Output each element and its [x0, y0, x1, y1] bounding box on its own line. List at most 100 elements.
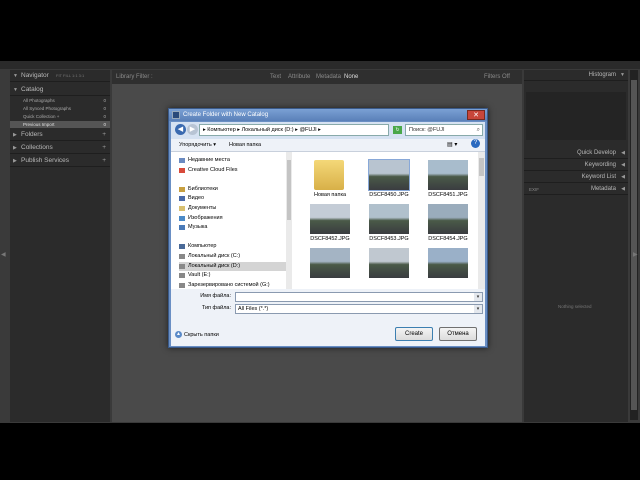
keywording-header[interactable]: Keywording ◀: [524, 160, 628, 171]
photo-item[interactable]: DSCF8452.JPG: [304, 204, 354, 246]
right-panel-toggle-icon[interactable]: ▶: [633, 251, 638, 258]
photo-item[interactable]: DSCF8453.JPG: [363, 204, 413, 246]
catalog-item-quick-collection[interactable]: Quick Collection + 0: [10, 113, 110, 120]
folder-icon: [314, 160, 344, 190]
add-icon[interactable]: +: [102, 142, 106, 154]
tree-item[interactable]: Локальный диск (C:): [179, 252, 286, 261]
keyword-list-label: Keyword List: [581, 174, 616, 180]
photo-thumbnail: [428, 160, 468, 190]
dialog-footer: Имя файла: ▾ Тип файла: All Files (*.*) …: [171, 289, 485, 346]
tree-item[interactable]: Vault (E:): [179, 271, 286, 280]
search-input[interactable]: Поиск: @FUJI ⌕: [405, 124, 483, 136]
photo-item[interactable]: [363, 248, 413, 290]
filetype-label: Тип файла:: [201, 305, 231, 311]
tree-item[interactable]: Компьютер: [179, 242, 286, 251]
add-icon[interactable]: +: [102, 129, 106, 141]
catalog-item-previous-import[interactable]: Previous Import 0: [10, 121, 110, 128]
close-button[interactable]: ✕: [467, 110, 485, 120]
catalog-item-label: Quick Collection +: [23, 114, 60, 119]
file-name-label: Новая папка: [313, 192, 347, 198]
catalog-item-count: 0: [103, 122, 106, 127]
files-scrollbar[interactable]: [478, 152, 485, 289]
photo-thumbnail: [428, 248, 468, 278]
collections-header[interactable]: ▶ Collections +: [10, 142, 110, 154]
tree-item-label: Музыка: [188, 224, 208, 231]
refresh-icon[interactable]: ↻: [393, 126, 402, 134]
filename-field[interactable]: ▾: [235, 292, 483, 302]
scrollbar-thumb[interactable]: [287, 160, 291, 220]
tree-scrollbar[interactable]: [286, 152, 292, 289]
metadata-header[interactable]: EXIF Metadata ◀: [524, 184, 628, 195]
tree-item[interactable]: Документы: [179, 204, 286, 213]
tree-item[interactable]: Библиотеки: [179, 185, 286, 194]
folder-item[interactable]: Новая папка: [304, 160, 354, 202]
file-thumbnails: Новая папка DSCF8450.JPG DSCF8451.JPG DSCF8…: [294, 152, 485, 289]
folders-label: Folders: [21, 131, 43, 138]
expand-triangle-icon: ◀: [621, 162, 625, 168]
library-filter-bar: Library Filter : Text Attribute Metadata…: [112, 70, 522, 84]
breadcrumb[interactable]: ▸ Компьютер ▸ Локальный диск (D:) ▸ @FUJ…: [199, 124, 389, 136]
hide-folders-button[interactable]: ▲ Скрыть папки: [175, 329, 225, 341]
chevron-down-icon[interactable]: ▾: [474, 293, 482, 301]
quick-develop-header[interactable]: Quick Develop ◀: [524, 148, 628, 159]
cancel-button[interactable]: Отмена: [439, 327, 477, 341]
photo-item[interactable]: DSCF8454.JPG: [422, 204, 472, 246]
dialog-content: Недавние места Creative Cloud Files Библио…: [171, 152, 485, 289]
file-name-label: DSCF8454.JPG: [428, 236, 468, 242]
tree-item[interactable]: Локальный диск (D:): [179, 261, 286, 271]
scrollbar-thumb[interactable]: [631, 80, 637, 410]
filters-off-toggle[interactable]: Filters Off: [484, 70, 510, 84]
publish-services-header[interactable]: ▶ Publish Services +: [10, 155, 110, 167]
folders-header[interactable]: ▶ Folders +: [10, 129, 110, 141]
pictures-icon: [179, 215, 185, 221]
scrollbar-thumb[interactable]: [479, 158, 484, 176]
tree-item-label: Локальный диск (D:): [188, 262, 241, 269]
filter-attribute-tab[interactable]: Attribute: [288, 70, 310, 84]
catalog-label: Catalog: [21, 86, 44, 93]
photo-item[interactable]: [304, 248, 354, 290]
photo-item[interactable]: DSCF8451.JPG: [422, 160, 472, 202]
navigator-header[interactable]: ▼ Navigator FIT FILL 1:1 3:1: [10, 70, 110, 82]
quick-develop-label: Quick Develop: [576, 150, 616, 156]
filter-metadata-tab[interactable]: Metadata: [316, 70, 341, 84]
tree-item[interactable]: Недавние места: [179, 156, 286, 165]
tree-item[interactable]: Зарезервировано системой (G:): [179, 281, 286, 289]
organize-menu[interactable]: Упорядочить ▾: [179, 139, 216, 152]
filter-text-tab[interactable]: Text: [270, 70, 281, 84]
new-folder-button[interactable]: Новая папка: [229, 139, 261, 152]
navigator-zoom-options[interactable]: FIT FILL 1:1 3:1: [56, 70, 84, 82]
metadata-preset-select[interactable]: EXIF: [529, 184, 539, 195]
left-panel-toggle-icon[interactable]: ◀: [1, 251, 6, 258]
dialog-titlebar[interactable]: Create Folder with New Catalog ✕: [169, 109, 487, 121]
photo-thumbnail: [368, 159, 410, 191]
tree-item: [179, 233, 286, 242]
help-icon[interactable]: ?: [471, 139, 480, 148]
photo-item[interactable]: [422, 248, 472, 290]
expand-triangle-icon: ▶: [13, 145, 17, 151]
tree-item[interactable]: Видео: [179, 194, 286, 203]
catalog-item-label: All Synced Photographs: [23, 106, 72, 111]
photo-item[interactable]: DSCF8450.JPG: [363, 159, 413, 202]
tree-item[interactable]: Музыка: [179, 223, 286, 232]
view-options-icon[interactable]: ▤ ▾: [447, 139, 457, 152]
right-panel-scrollbar[interactable]: [630, 70, 638, 420]
back-arrow-icon[interactable]: ◀: [175, 124, 186, 135]
keywording-label: Keywording: [584, 162, 616, 168]
filter-none-tab[interactable]: None: [344, 70, 358, 84]
catalog-item-synced[interactable]: All Synced Photographs 0: [10, 105, 110, 112]
forward-arrow-icon[interactable]: ▶: [187, 124, 198, 135]
catalog-header[interactable]: ▼ Catalog: [10, 84, 110, 96]
create-button[interactable]: Create: [395, 327, 433, 341]
chevron-down-icon[interactable]: ▾: [474, 305, 482, 313]
tree-item[interactable]: Изображения: [179, 214, 286, 223]
keyword-list-header[interactable]: Keyword List ◀: [524, 172, 628, 183]
filetype-select[interactable]: All Files (*.*) ▾: [235, 304, 483, 314]
tree-item-label: Документы: [188, 205, 217, 211]
histogram-header[interactable]: Histogram ▼: [524, 70, 628, 81]
photo-thumbnail: [310, 204, 350, 234]
add-icon[interactable]: +: [102, 155, 106, 167]
recent-places-icon: [179, 158, 185, 163]
catalog-item-all-photographs[interactable]: All Photographs 0: [10, 97, 110, 104]
file-name-label: DSCF8453.JPG: [369, 236, 409, 242]
tree-item[interactable]: Creative Cloud Files: [179, 166, 286, 175]
